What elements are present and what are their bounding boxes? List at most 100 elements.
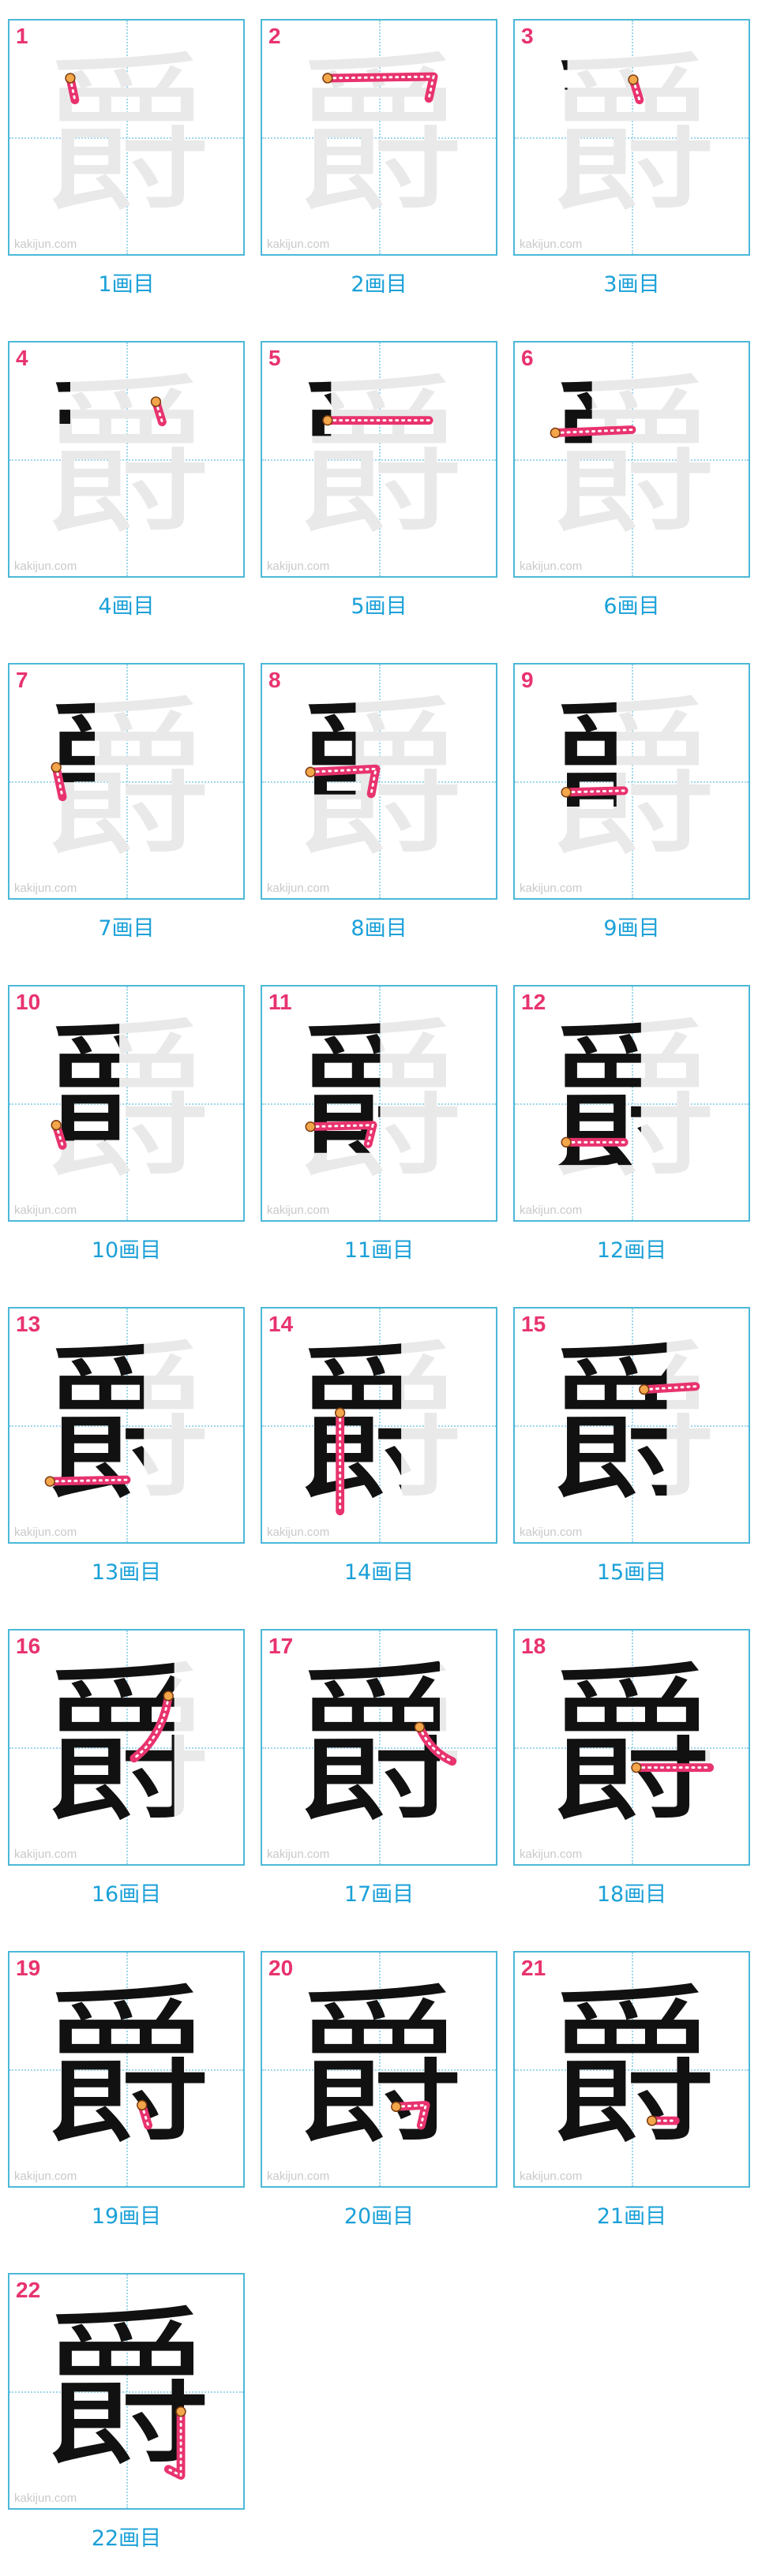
stroke-caption: 22画目 xyxy=(91,2526,162,2551)
watermark: kakijun.com xyxy=(14,2170,77,2183)
stroke-number: 1 xyxy=(16,24,28,48)
stroke-start-dot xyxy=(646,2115,658,2126)
watermark: kakijun.com xyxy=(520,1848,583,1861)
stroke-caption: 21画目 xyxy=(596,2204,667,2229)
stroke-number: 14 xyxy=(268,1312,294,1336)
stroke-cell: 爵爵 16 kakijun.com xyxy=(8,1629,245,1866)
stroke-caption: 18画目 xyxy=(596,1882,667,1907)
stroke-cell: 爵爵 7 kakijun.com xyxy=(8,663,245,900)
stroke-path xyxy=(323,72,438,103)
watermark: kakijun.com xyxy=(520,238,583,251)
stroke-start-dot xyxy=(65,73,76,84)
stroke-start-dot xyxy=(137,2099,148,2111)
stroke-start-dot xyxy=(561,787,572,798)
stroke-cell: 爵爵 4 kakijun.com xyxy=(8,341,245,578)
stroke-number: 8 xyxy=(268,668,281,692)
stroke-start-dot xyxy=(631,1762,642,1773)
stroke-number: 20 xyxy=(268,1956,294,1980)
current-stroke-highlight xyxy=(51,762,67,802)
stroke-caption: 14画目 xyxy=(343,1560,415,1585)
stroke-start-dot xyxy=(305,766,316,777)
stroke-start-dot xyxy=(561,1136,572,1148)
stroke-cell: 爵爵 20 kakijun.com xyxy=(261,1951,497,2188)
stroke-number: 6 xyxy=(521,346,534,370)
stroke-caption: 9画目 xyxy=(603,916,660,941)
current-stroke-highlight xyxy=(150,396,167,427)
stroke-start-dot xyxy=(305,1121,316,1133)
stroke-caption: 12画目 xyxy=(596,1238,667,1263)
stroke-start-dot xyxy=(150,396,162,407)
stroke-path xyxy=(129,1691,173,1763)
current-stroke-highlight xyxy=(322,72,438,103)
stroke-number: 12 xyxy=(521,990,546,1014)
stroke-cell: 爵爵 15 kakijun.com xyxy=(513,1307,750,1544)
stroke-caption: 20画目 xyxy=(343,2204,415,2229)
stroke-cell: 爵爵 11 kakijun.com xyxy=(261,985,497,1222)
stroke-cell: 爵爵 19 kakijun.com xyxy=(8,1951,245,2188)
current-stroke-highlight xyxy=(561,786,629,798)
stroke-number: 13 xyxy=(16,1312,41,1336)
stroke-caption: 4画目 xyxy=(98,594,155,619)
watermark: kakijun.com xyxy=(520,2170,583,2183)
watermark: kakijun.com xyxy=(520,1526,583,1539)
stroke-number: 21 xyxy=(521,1956,546,1980)
stroke-caption: 13画目 xyxy=(91,1560,162,1585)
stroke-caption: 15画目 xyxy=(596,1560,667,1585)
stroke-caption: 11画目 xyxy=(343,1238,415,1263)
stroke-start-dot xyxy=(391,2101,402,2113)
stroke-cell: 爵爵 10 kakijun.com xyxy=(8,985,245,1222)
stroke-number: 16 xyxy=(16,1634,41,1658)
stroke-number: 11 xyxy=(268,990,292,1014)
current-stroke-highlight xyxy=(137,2099,153,2130)
stroke-number: 3 xyxy=(521,24,534,48)
stroke-cell: 爵爵 9 kakijun.com xyxy=(513,663,750,900)
stroke-start-dot xyxy=(51,762,62,773)
stroke-start-dot xyxy=(51,1119,62,1131)
stroke-number: 4 xyxy=(16,346,28,370)
stroke-cell: 爵爵 3 kakijun.com xyxy=(513,19,750,256)
current-stroke-highlight xyxy=(51,1119,67,1150)
stroke-number: 5 xyxy=(268,346,281,370)
stroke-path xyxy=(306,1121,377,1148)
stroke-cell: 爵爵 8 kakijun.com xyxy=(261,663,497,900)
stroke-start-dot xyxy=(550,427,561,439)
stroke-cell: 爵爵 22 kakijun.com xyxy=(8,2273,245,2510)
stroke-caption: 3画目 xyxy=(603,272,660,297)
stroke-start-dot xyxy=(322,73,333,84)
current-stroke-highlight xyxy=(305,764,381,799)
stroke-start-dot xyxy=(639,1383,650,1395)
current-stroke-highlight xyxy=(639,1382,700,1395)
stroke-start-dot xyxy=(44,1476,55,1487)
stroke-number: 15 xyxy=(521,1312,546,1336)
watermark: kakijun.com xyxy=(267,2170,330,2183)
stroke-start-dot xyxy=(628,74,639,85)
watermark: kakijun.com xyxy=(14,1848,77,1861)
stroke-start-dot xyxy=(175,2406,186,2417)
stroke-start-dot xyxy=(414,1721,425,1733)
stroke-start-dot xyxy=(335,1407,346,1418)
watermark: kakijun.com xyxy=(14,560,77,573)
stroke-cell: 爵爵 12 kakijun.com xyxy=(513,985,750,1222)
watermark: kakijun.com xyxy=(267,882,330,895)
current-stroke-highlight xyxy=(44,1475,131,1487)
stroke-path xyxy=(163,2407,186,2480)
watermark: kakijun.com xyxy=(267,1848,330,1861)
stroke-number: 2 xyxy=(268,24,281,48)
watermark: kakijun.com xyxy=(14,2492,77,2505)
watermark: kakijun.com xyxy=(14,1526,77,1539)
current-stroke-highlight xyxy=(631,1762,715,1773)
stroke-number: 10 xyxy=(16,990,41,1014)
stroke-number: 19 xyxy=(16,1956,41,1980)
stroke-start-dot xyxy=(163,1690,174,1702)
stroke-cell: 爵爵 2 kakijun.com xyxy=(261,19,497,256)
current-stroke-highlight xyxy=(322,415,433,426)
stroke-cell: 爵爵 21 kakijun.com xyxy=(513,1951,750,2188)
current-stroke-highlight xyxy=(335,1407,346,1515)
stroke-cell: 爵爵 18 kakijun.com xyxy=(513,1629,750,1866)
current-stroke-highlight xyxy=(628,74,644,105)
watermark: kakijun.com xyxy=(14,238,77,251)
stroke-caption: 19画目 xyxy=(91,2204,162,2229)
stroke-caption: 16画目 xyxy=(91,1882,162,1907)
stroke-cell: 爵爵 1 kakijun.com xyxy=(8,19,245,256)
stroke-caption: 1画目 xyxy=(98,272,155,297)
